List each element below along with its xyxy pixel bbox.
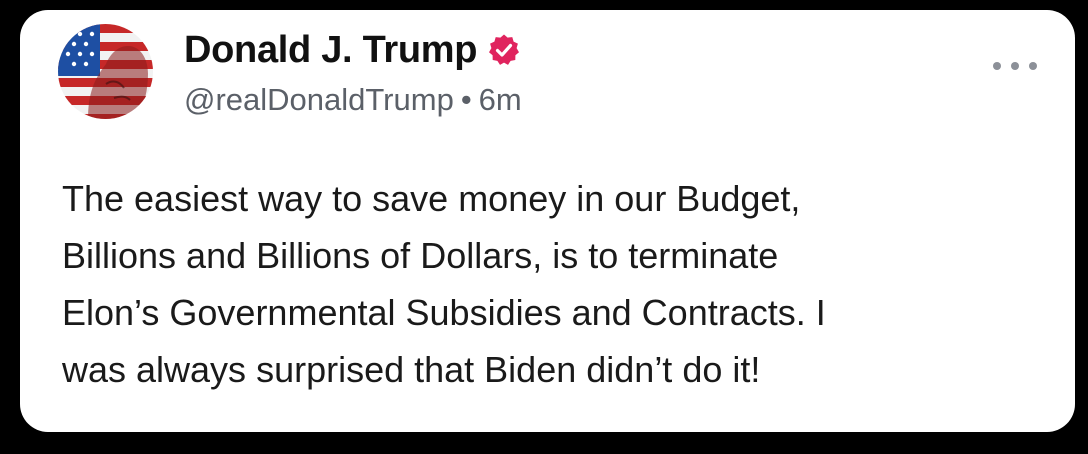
- author-name-row: Donald J. Trump: [184, 28, 521, 72]
- post-body: The easiest way to save money in our Bud…: [62, 170, 1052, 398]
- more-options-button[interactable]: [993, 56, 1037, 76]
- avatar[interactable]: [58, 24, 153, 119]
- author-handle[interactable]: @realDonaldTrump: [184, 82, 454, 117]
- more-horizontal-icon-dot: [1029, 62, 1037, 70]
- post-body-line: was always surprised that Biden didn’t d…: [62, 349, 761, 390]
- more-horizontal-icon-dot: [1011, 62, 1019, 70]
- post-card: Donald J. Trump @realDonaldTrump • 6m The …: [20, 10, 1075, 432]
- post-body-line: Elon’s Governmental Subsidies and Contra…: [62, 292, 826, 333]
- verified-badge-icon: [487, 33, 521, 67]
- more-horizontal-icon-dot: [993, 62, 1001, 70]
- post-body-line: Billions and Billions of Dollars, is to …: [62, 235, 779, 276]
- flag-portrait-avatar-icon: [58, 24, 153, 119]
- post-body-line: The easiest way to save money in our Bud…: [62, 178, 801, 219]
- author-display-name[interactable]: Donald J. Trump: [184, 29, 478, 72]
- author-meta-row: @realDonaldTrump • 6m: [184, 82, 522, 118]
- post-timestamp[interactable]: 6m: [479, 82, 522, 117]
- meta-separator: •: [460, 82, 472, 117]
